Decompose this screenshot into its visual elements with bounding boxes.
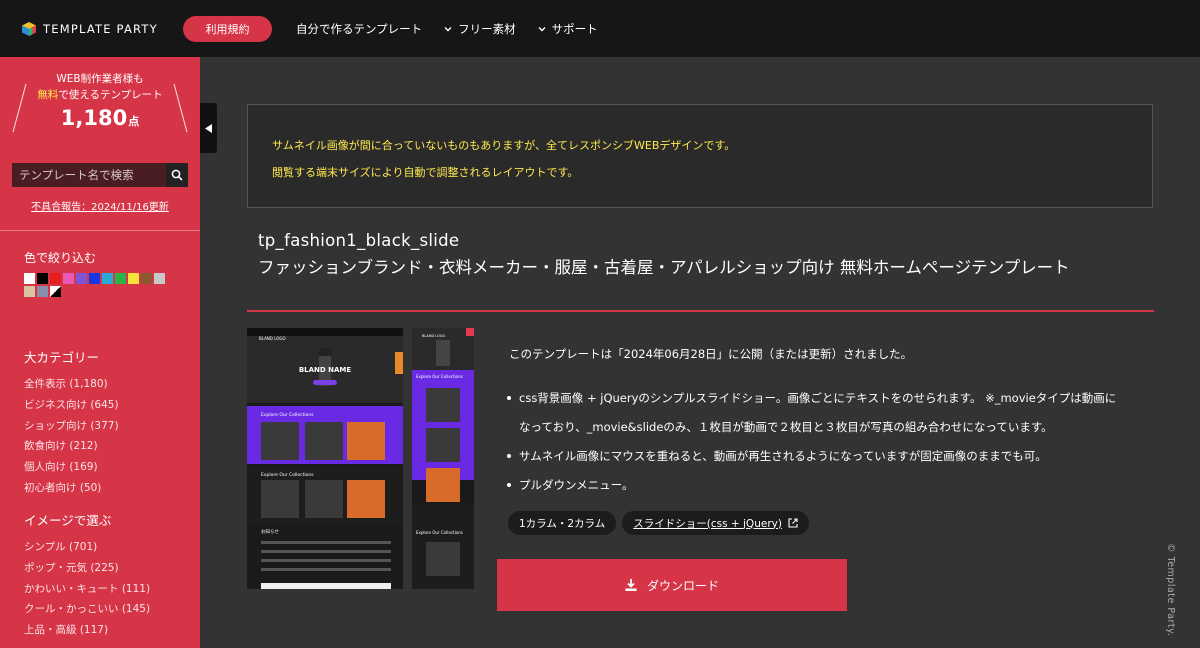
preview-pc-section-2: Explore Our Collections bbox=[261, 472, 314, 478]
nav-make-own[interactable]: 自分で作るテンプレート bbox=[296, 21, 422, 37]
preview-sp-section-1: Explore Our Collections bbox=[416, 374, 463, 379]
download-icon bbox=[625, 579, 637, 591]
preview-pc-brand: BLAND NAME bbox=[299, 366, 352, 374]
category-title: 大カテゴリー bbox=[24, 350, 100, 365]
category-item[interactable]: ショップ向け (377) bbox=[24, 418, 119, 439]
notice-box: サムネイル画像が間に合っていないものもありますが、全てレスポンシブWEBデザイン… bbox=[247, 104, 1153, 208]
category-item[interactable]: 初心者向け (50) bbox=[24, 480, 119, 501]
search-button[interactable] bbox=[166, 163, 188, 187]
template-tags: 1カラム・2カラム スライドショー(css + jQuery) bbox=[508, 511, 809, 535]
download-button[interactable]: ダウンロード bbox=[497, 559, 847, 611]
triangle-left-icon bbox=[205, 123, 212, 133]
preview-sp-section-2: Explore Our Collections bbox=[416, 530, 463, 535]
promo-highlight: 無料 bbox=[37, 89, 59, 101]
feature-item: css背景画像 + jQueryのシンプルスライドショー。画像ごとにテキストをの… bbox=[505, 384, 1125, 442]
top-header: TEMPLATE PARTY 利用規約 自分で作るテンプレート フリー素材 サポ… bbox=[0, 0, 1200, 57]
image-filter-item[interactable]: シンプル (701) bbox=[24, 539, 150, 560]
search-icon bbox=[171, 169, 183, 181]
preview-sp-image: BLAND LOGO Explore Our Collections Explo… bbox=[412, 328, 474, 589]
bug-report-link[interactable]: 不具合報告：2024/11/16更新 bbox=[0, 198, 200, 213]
color-swatch[interactable] bbox=[76, 273, 87, 284]
cube-logo-icon bbox=[22, 21, 36, 36]
tag-slideshow-label: スライドショー(css + jQuery) bbox=[633, 517, 782, 530]
nav-free-materials-label: フリー素材 bbox=[458, 21, 516, 36]
image-filter-item[interactable]: かわいい・キュート (111) bbox=[24, 581, 150, 602]
preview-sp-logo: BLAND LOGO bbox=[422, 334, 446, 338]
main-nav: 利用規約 自分で作るテンプレート フリー素材 サポート bbox=[183, 15, 620, 42]
nav-make-own-label: 自分で作るテンプレート bbox=[296, 21, 423, 36]
feature-item: プルダウンメニュー。 bbox=[505, 471, 1125, 500]
category-list: 全件表示 (1,180) ビジネス向け (645) ショップ向け (377) 飲… bbox=[24, 376, 119, 501]
category-item[interactable]: ビジネス向け (645) bbox=[24, 397, 119, 418]
category-item[interactable]: 飲食向け (212) bbox=[24, 438, 119, 459]
preview-pc-section-1: Explore Our Collections bbox=[261, 412, 314, 418]
template-title: ファッションブランド・衣料メーカー・服屋・古着屋・アパレルショップ向け 無料ホー… bbox=[258, 258, 1070, 277]
template-count: 1,180点 bbox=[0, 106, 200, 130]
feature-item: サムネイル画像にマウスを重ねると、動画が再生されるようになっていますが固定画像の… bbox=[505, 442, 1125, 471]
image-filter-item[interactable]: クール・かっこいい (145) bbox=[24, 601, 150, 622]
tag-column: 1カラム・2カラム bbox=[508, 511, 617, 535]
color-filter-title: 色で絞り込む bbox=[24, 251, 97, 265]
download-label: ダウンロード bbox=[646, 578, 719, 593]
preview-pc-logo: BLAND LOGO bbox=[259, 336, 286, 341]
publish-date-text: このテンプレートは「2024年06月28日」に公開（または更新）されました。 bbox=[509, 347, 913, 361]
search-input[interactable] bbox=[12, 163, 166, 187]
color-swatch[interactable] bbox=[89, 273, 100, 284]
image-filter-title: イメージで選ぶ bbox=[24, 513, 112, 528]
terms-button[interactable]: 利用規約 bbox=[183, 15, 272, 42]
image-filter-list: シンプル (701) ポップ・元気 (225) かわいい・キュート (111) … bbox=[24, 539, 150, 643]
nav-support[interactable]: サポート bbox=[538, 21, 598, 37]
notice-line2: 閲覧する端末サイズにより自動で調整されるレイアウトです。 bbox=[272, 166, 579, 179]
color-swatch[interactable] bbox=[154, 273, 165, 284]
preview-sp-thumbnail[interactable]: BLAND LOGO Explore Our Collections Explo… bbox=[412, 328, 474, 589]
color-swatch[interactable] bbox=[50, 286, 61, 297]
chevron-down-icon bbox=[538, 26, 546, 31]
promo-line1: WEB制作業者様も bbox=[56, 73, 144, 85]
sidebar: WEB制作業者様も 無料で使えるテンプレート 1,180点 不具合報告：2024… bbox=[0, 57, 200, 648]
color-swatch[interactable] bbox=[115, 273, 126, 284]
image-filter-item[interactable]: 上品・高級 (117) bbox=[24, 622, 150, 643]
sidebar-divider bbox=[0, 230, 200, 231]
color-swatch[interactable] bbox=[102, 273, 113, 284]
promo-line2-rest: で使えるテンプレート bbox=[58, 89, 163, 101]
site-logo-text: TEMPLATE PARTY bbox=[43, 21, 158, 36]
image-filter-item[interactable]: ポップ・元気 (225) bbox=[24, 560, 150, 581]
preview-pc-news: お知らせ bbox=[261, 528, 279, 535]
color-swatch[interactable] bbox=[141, 273, 152, 284]
color-swatch[interactable] bbox=[24, 273, 35, 284]
category-item[interactable]: 全件表示 (1,180) bbox=[24, 376, 119, 397]
site-logo[interactable]: TEMPLATE PARTY bbox=[22, 21, 183, 36]
color-swatch[interactable] bbox=[63, 273, 74, 284]
nav-free-materials[interactable]: フリー素材 bbox=[444, 21, 516, 37]
template-id: tp_fashion1_black_slide bbox=[258, 231, 460, 250]
color-swatch[interactable] bbox=[50, 273, 61, 284]
color-swatches bbox=[24, 273, 174, 297]
title-underline bbox=[247, 310, 1154, 312]
template-count-value: 1,180 bbox=[60, 106, 128, 130]
preview-pc-image: BLAND LOGO BLAND NAME Explore Our Collec… bbox=[247, 328, 403, 589]
preview-pc-thumbnail[interactable]: BLAND LOGO BLAND NAME Explore Our Collec… bbox=[247, 328, 403, 589]
template-count-unit: 点 bbox=[128, 115, 140, 128]
external-link-icon bbox=[788, 518, 798, 528]
notice-line1: サムネイル画像が間に合っていないものもありますが、全てレスポンシブWEBデザイン… bbox=[272, 139, 736, 152]
feature-list: css背景画像 + jQueryのシンプルスライドショー。画像ごとにテキストをの… bbox=[505, 384, 1125, 500]
template-search bbox=[12, 163, 188, 187]
sidebar-collapse-toggle[interactable] bbox=[200, 103, 217, 153]
color-swatch[interactable] bbox=[37, 273, 48, 284]
promo-line2: 無料で使えるテンプレート bbox=[0, 87, 200, 102]
color-swatch[interactable] bbox=[128, 273, 139, 284]
copyright-text: © Template Party. bbox=[1165, 543, 1176, 637]
tag-slideshow-link[interactable]: スライドショー(css + jQuery) bbox=[622, 511, 809, 535]
chevron-down-icon bbox=[444, 26, 452, 31]
color-swatch[interactable] bbox=[37, 286, 48, 297]
color-swatch[interactable] bbox=[24, 286, 35, 297]
category-item[interactable]: 個人向け (169) bbox=[24, 459, 119, 480]
nav-support-label: サポート bbox=[551, 21, 598, 36]
promo-block: WEB制作業者様も 無料で使えるテンプレート 1,180点 bbox=[0, 57, 200, 137]
